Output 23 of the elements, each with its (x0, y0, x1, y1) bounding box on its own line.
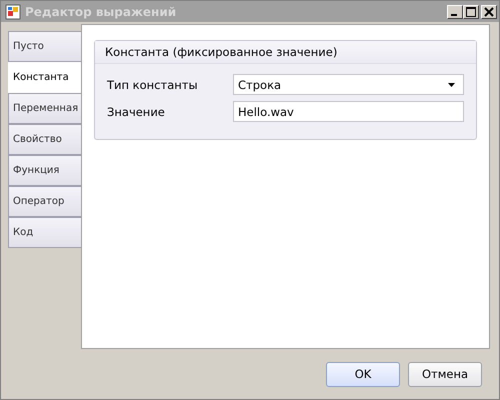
app-icon (5, 4, 21, 20)
tab[interactable]: Пусто (8, 31, 81, 62)
minimize-icon (450, 14, 456, 16)
tab[interactable]: Свойство (8, 124, 81, 155)
dropdown-field[interactable]: Строка (233, 74, 464, 95)
dialog-button[interactable]: OK (326, 362, 400, 386)
tab[interactable]: Оператор (8, 186, 81, 217)
field-label: Тип константы (107, 78, 199, 92)
maximize-icon (466, 6, 476, 16)
dropdown-arrow-icon (448, 82, 455, 86)
group-title: Константа (фиксированное значение) (95, 41, 476, 64)
window-title: Редактор выражений (25, 4, 178, 18)
input-field[interactable]: Hello.wav (233, 101, 464, 122)
minimize-button[interactable] (447, 4, 463, 18)
tab[interactable]: Константа (8, 62, 82, 93)
tab[interactable]: Код (8, 217, 81, 248)
close-icon (484, 6, 494, 16)
tab[interactable]: Переменная (8, 93, 81, 124)
dialog-button[interactable]: Отмена (408, 362, 482, 386)
field-label: Значение (107, 104, 166, 118)
tab[interactable]: Функция (8, 155, 81, 186)
maximize-button[interactable] (463, 4, 479, 18)
close-button[interactable] (481, 4, 497, 18)
